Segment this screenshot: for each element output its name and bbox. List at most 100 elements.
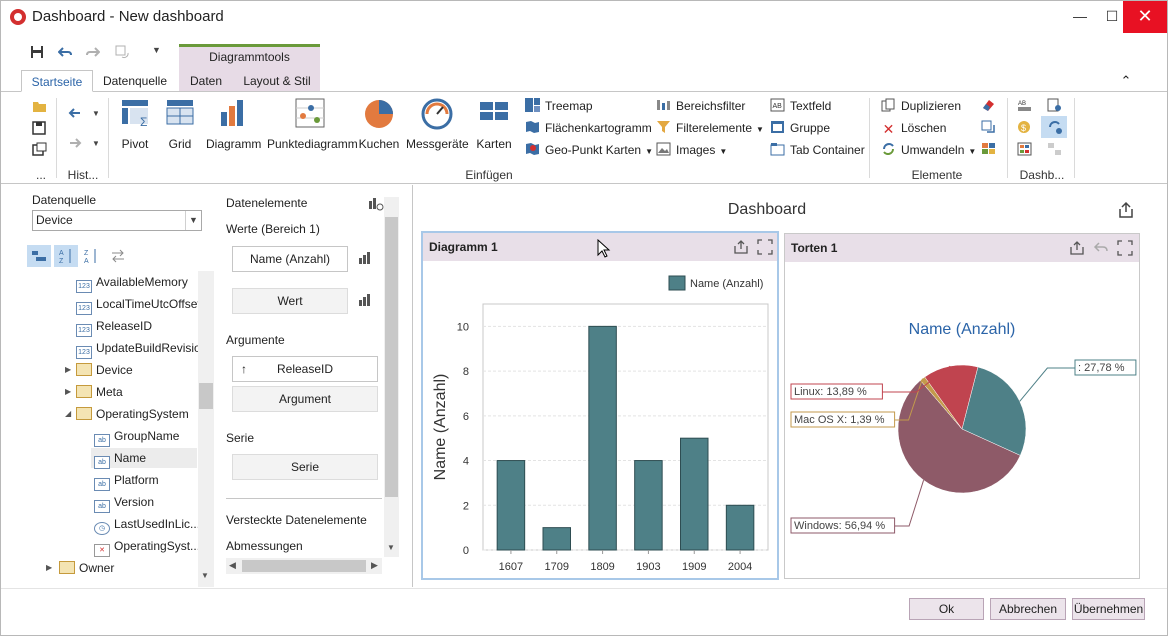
tree-item[interactable]: ▶ Meta bbox=[65, 382, 123, 402]
chart-panel[interactable]: Diagramm 1 0 2 4 6 8 10 Name (Anzahl) 1607 1709 1… bbox=[421, 231, 779, 580]
expand-arrow-icon[interactable]: ▶ bbox=[65, 382, 71, 402]
export-icon[interactable] bbox=[1117, 201, 1135, 222]
tree-item[interactable]: ◷ LastUsedInLic... bbox=[94, 514, 200, 535]
images-button[interactable]: Images ▼ bbox=[656, 140, 727, 160]
scroll-left-icon[interactable]: ◀ bbox=[229, 560, 236, 571]
textbox-button[interactable]: AB Textfeld bbox=[770, 96, 831, 116]
currency-icon[interactable]: $ bbox=[1017, 120, 1032, 137]
title-settings-icon[interactable]: AB bbox=[1017, 98, 1032, 115]
tab-datenquelle[interactable]: Datenquelle bbox=[99, 70, 171, 92]
redo-large-icon[interactable]: ▼ bbox=[68, 136, 100, 155]
tree-scrollbar[interactable]: ▼ bbox=[198, 271, 214, 587]
pie-panel[interactable]: Torten 1 Name (Anzahl): 27,78 % Windows: … bbox=[784, 233, 1140, 579]
datasource-select[interactable]: Device ▼ bbox=[32, 210, 202, 231]
tree-item[interactable]: ✕ OperatingSyst... bbox=[94, 536, 200, 557]
value-placeholder[interactable]: Wert bbox=[232, 288, 348, 314]
tree-item[interactable]: ◢ OperatingSystem bbox=[65, 404, 189, 424]
scroll-down-icon[interactable]: ▼ bbox=[201, 571, 209, 580]
choropleth-map-button[interactable]: Flächenkartogramm bbox=[525, 118, 652, 138]
save-as-icon[interactable] bbox=[32, 142, 47, 159]
chevron-down-icon[interactable]: ▼ bbox=[185, 211, 201, 230]
group-button[interactable]: Gruppe bbox=[770, 118, 830, 138]
tree-item[interactable]: 123 ReleaseID bbox=[76, 316, 152, 337]
bar[interactable] bbox=[496, 460, 526, 551]
close-button[interactable]: ✕ bbox=[1123, 1, 1167, 33]
expand-arrow-icon[interactable]: ▶ bbox=[65, 360, 71, 380]
color-scheme-icon[interactable] bbox=[1017, 142, 1032, 159]
gauge-button[interactable]: Messgeräte bbox=[406, 96, 469, 151]
duplicate-button[interactable]: Duplizieren bbox=[881, 96, 961, 116]
geo-point-map-button[interactable]: Geo-Punkt Karten ▼ bbox=[525, 140, 653, 160]
parameters-icon[interactable] bbox=[1047, 98, 1062, 115]
tab-daten[interactable]: Daten bbox=[183, 70, 229, 92]
tree-item[interactable]: ab Platform bbox=[94, 470, 159, 491]
layout-grid-icon[interactable] bbox=[981, 142, 996, 159]
tree-item[interactable]: 123 AvailableMemory bbox=[76, 272, 188, 293]
automatic-updates-icon[interactable] bbox=[1041, 116, 1067, 138]
tab-container-button[interactable]: Tab Container bbox=[770, 140, 865, 160]
cancel-button[interactable]: Abbrechen bbox=[990, 598, 1066, 620]
tree-item[interactable]: ab Version bbox=[94, 492, 154, 513]
bar[interactable] bbox=[634, 460, 663, 551]
open-folder-icon[interactable] bbox=[32, 100, 47, 116]
convert-button[interactable]: Umwandeln ▼ bbox=[881, 140, 976, 160]
save-icon[interactable] bbox=[30, 45, 44, 65]
ribbon-collapse-button[interactable]: ⌃ bbox=[1117, 70, 1135, 92]
redo-icon[interactable] bbox=[86, 45, 101, 65]
tree-item[interactable]: ab GroupName bbox=[94, 426, 179, 447]
data-items-options-icon[interactable] bbox=[368, 195, 384, 214]
tab-layout-stil[interactable]: Layout & Stil bbox=[239, 70, 315, 92]
scroll-down-icon[interactable]: ▼ bbox=[387, 543, 395, 552]
tree-item[interactable]: 123 UpdateBuildRevision bbox=[76, 338, 207, 359]
export-icon[interactable] bbox=[1069, 240, 1085, 256]
sort-ascending-icon[interactable]: AZ bbox=[54, 245, 78, 267]
undo-large-icon[interactable]: ▼ bbox=[68, 106, 100, 125]
save-small-icon[interactable] bbox=[32, 121, 46, 138]
tree-item[interactable]: ▶ Device bbox=[65, 360, 133, 380]
tree-item[interactable]: ▶ Owner bbox=[46, 558, 114, 578]
tab-startseite[interactable]: Startseite bbox=[21, 70, 93, 92]
swap-icon[interactable] bbox=[981, 120, 996, 137]
eraser-icon[interactable] bbox=[981, 98, 996, 115]
scatter-chart-button[interactable]: Punktediagramm bbox=[267, 96, 358, 151]
refresh-icon[interactable] bbox=[115, 45, 129, 65]
tree-item-selected[interactable]: ab Name bbox=[91, 448, 197, 469]
series-placeholder[interactable]: Serie bbox=[232, 454, 378, 480]
delete-button[interactable]: ✕ Löschen bbox=[881, 118, 947, 138]
tree-item[interactable]: 123 LocalTimeUtcOffset bbox=[76, 294, 201, 315]
bar[interactable] bbox=[588, 325, 617, 551]
scroll-right-icon[interactable]: ▶ bbox=[371, 560, 378, 571]
filter-elements-button[interactable]: Filterelemente ▼ bbox=[656, 118, 764, 138]
scrollbar-thumb[interactable] bbox=[199, 383, 213, 409]
bar[interactable] bbox=[680, 437, 709, 551]
group-by-type-icon[interactable] bbox=[27, 245, 51, 267]
sort-descending-icon[interactable]: ZA bbox=[83, 247, 101, 268]
bar[interactable] bbox=[725, 504, 755, 551]
sync-disabled-icon[interactable] bbox=[1047, 142, 1062, 159]
maximize-icon[interactable] bbox=[757, 239, 773, 255]
argument-item-releaseid[interactable]: ↑ ReleaseID bbox=[232, 356, 378, 382]
scrollbar-thumb[interactable] bbox=[385, 217, 398, 497]
expand-arrow-icon[interactable]: ▶ bbox=[46, 558, 52, 578]
ok-button[interactable]: Ok bbox=[909, 598, 984, 620]
undo-icon[interactable] bbox=[57, 45, 72, 65]
maximize-icon[interactable] bbox=[1117, 240, 1133, 256]
data-items-scrollbar[interactable]: ▼ bbox=[384, 197, 399, 557]
scrollbar-thumb[interactable] bbox=[242, 560, 366, 572]
sort-arrow-up-icon[interactable]: ↑ bbox=[241, 357, 247, 381]
bar-options-icon[interactable] bbox=[358, 251, 372, 268]
bar-options-icon[interactable] bbox=[358, 293, 372, 310]
apply-button[interactable]: Übernehmen bbox=[1072, 598, 1145, 620]
export-icon[interactable] bbox=[733, 239, 749, 255]
refresh-fields-icon[interactable] bbox=[109, 247, 127, 268]
data-items-hscrollbar[interactable]: ◀ ▶ bbox=[226, 558, 382, 574]
minimize-button[interactable]: — bbox=[1063, 1, 1097, 33]
pie-button[interactable]: Kuchen bbox=[358, 96, 400, 151]
treemap-button[interactable]: Treemap bbox=[525, 96, 593, 116]
chart-button[interactable]: Diagramm bbox=[206, 96, 261, 151]
undo-disabled-icon[interactable] bbox=[1093, 240, 1109, 256]
range-filter-button[interactable]: Bereichsfilter bbox=[656, 96, 745, 116]
pivot-button[interactable]: Σ Pivot bbox=[114, 96, 156, 151]
grid-button[interactable]: Grid bbox=[161, 96, 199, 151]
argument-placeholder[interactable]: Argument bbox=[232, 386, 378, 412]
